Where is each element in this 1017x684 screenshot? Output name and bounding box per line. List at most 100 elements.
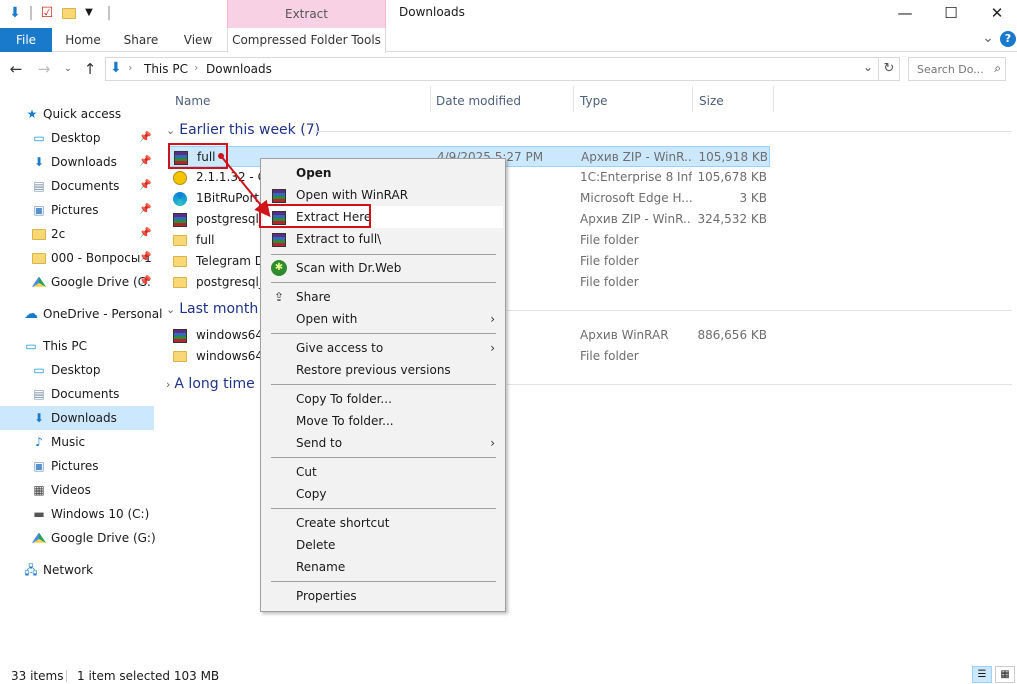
group-header-long-time-ago[interactable]: › A long time	[166, 376, 255, 392]
nav-pc-google-drive[interactable]: Google Drive (G:)	[0, 526, 156, 550]
nav-qa-downloads[interactable]: ⬇ Downloads 📌	[0, 150, 154, 174]
menu-item-open[interactable]: Open	[263, 162, 503, 184]
menu-item-open-with[interactable]: Open with ›	[263, 308, 503, 330]
nav-qa-documents[interactable]: ▤ Documents 📌	[0, 174, 154, 198]
menu-label: Cut	[296, 465, 317, 479]
chevron-down-icon[interactable]: ⌄	[863, 60, 873, 74]
nav-pc-windows-drive[interactable]: ▬ Windows 10 (C:)	[0, 502, 154, 526]
column-divider[interactable]	[573, 86, 574, 112]
menu-item-share[interactable]: ⇪ Share	[263, 286, 503, 308]
maximize-button[interactable]: ☐	[928, 0, 974, 26]
nav-pc-music[interactable]: ♪ Music	[0, 430, 154, 454]
menu-item-create-shortcut[interactable]: Create shortcut	[263, 512, 503, 534]
nav-qa-desktop[interactable]: ▭ Desktop 📌	[0, 126, 154, 150]
forward-arrow-icon[interactable]: →	[33, 58, 55, 80]
breadcrumb-this-pc[interactable]: This PC	[144, 62, 188, 76]
nav-this-pc[interactable]: ▭ This PC	[0, 334, 154, 358]
status-item-count: 33 items	[11, 669, 64, 683]
nav-onedrive[interactable]: ☁ OneDrive - Personal	[0, 302, 162, 326]
nav-qa-pictures[interactable]: ▣ Pictures 📌	[0, 198, 154, 222]
menu-item-extract-to[interactable]: Extract to full\	[263, 228, 503, 250]
menu-item-give-access[interactable]: Give access to ›	[263, 337, 503, 359]
menu-label: Open with WinRAR	[296, 188, 409, 202]
tab-view[interactable]: View	[176, 28, 220, 52]
file-size: 105,918 KB	[698, 150, 768, 164]
menu-item-scan-drweb[interactable]: ✱ Scan with Dr.Web	[263, 257, 503, 279]
help-icon[interactable]: ?	[1000, 31, 1016, 47]
nav-pc-pictures[interactable]: ▣ Pictures	[0, 454, 154, 478]
recent-locations-icon[interactable]: ⌄	[57, 58, 79, 80]
nav-qa-questions[interactable]: 000 - Вопросы 1 📌	[0, 246, 154, 270]
nav-label: Network	[43, 563, 94, 577]
menu-item-cut[interactable]: Cut	[263, 461, 503, 483]
menu-item-delete[interactable]: Delete	[263, 534, 503, 556]
submenu-arrow-icon: ›	[490, 341, 495, 355]
nav-pc-desktop[interactable]: ▭ Desktop	[0, 358, 154, 382]
search-box[interactable]: ⌕	[908, 57, 1006, 81]
up-arrow-icon[interactable]: ↑	[79, 58, 101, 80]
column-divider[interactable]	[430, 86, 431, 112]
tab-share[interactable]: Share	[118, 28, 164, 52]
breadcrumb-downloads[interactable]: Downloads	[206, 62, 272, 76]
tab-compressed-folder-tools[interactable]: Compressed Folder Tools	[227, 28, 386, 53]
search-icon[interactable]: ⌕	[994, 61, 1001, 76]
breadcrumb-separator: ›	[194, 61, 199, 74]
menu-item-copy-to-folder[interactable]: Copy To folder...	[263, 388, 503, 410]
column-divider[interactable]	[692, 86, 693, 112]
large-icons-view-icon[interactable]: ▦	[995, 666, 1015, 683]
group-header-last-month[interactable]: ⌄ Last month (	[166, 301, 268, 317]
menu-item-copy[interactable]: Copy	[263, 483, 503, 505]
menu-label: Copy To folder...	[296, 392, 392, 406]
column-header-name[interactable]: Name	[175, 90, 210, 112]
title-bar: ⬇ | ☑ ▼ | Downloads — ☐ ✕	[0, 0, 1017, 28]
tab-file[interactable]: File	[0, 28, 52, 52]
menu-label: Move To folder...	[296, 414, 394, 428]
collapse-ribbon-icon[interactable]: ⌄	[980, 28, 996, 52]
network-icon: 🖧	[24, 563, 38, 577]
menu-item-restore-versions[interactable]: Restore previous versions	[263, 359, 503, 381]
nav-pc-videos[interactable]: ▦ Videos	[0, 478, 154, 502]
customize-toolbar-icon[interactable]: ▼	[80, 4, 98, 22]
menu-label: Create shortcut	[296, 516, 390, 530]
back-arrow-icon[interactable]: ←	[5, 58, 27, 80]
nav-pc-documents[interactable]: ▤ Documents	[0, 382, 154, 406]
search-input[interactable]	[915, 59, 991, 79]
properties-check-icon[interactable]: ☑	[38, 4, 56, 22]
column-divider[interactable]	[773, 86, 774, 112]
refresh-icon[interactable]: ↻	[878, 57, 900, 81]
nav-network[interactable]: 🖧 Network	[0, 558, 154, 582]
menu-item-send-to[interactable]: Send to ›	[263, 432, 503, 454]
group-header-earlier-this-week[interactable]: ⌄ Earlier this week (7)	[166, 122, 320, 138]
cloud-icon: ☁	[24, 306, 38, 322]
menu-label: Share	[296, 290, 331, 304]
menu-item-rename[interactable]: Rename	[263, 556, 503, 578]
menu-item-move-to-folder[interactable]: Move To folder...	[263, 410, 503, 432]
pin-icon: 📌	[139, 156, 152, 167]
menu-label: Extract to full\	[296, 232, 382, 246]
file-type: Архив WinRAR	[580, 328, 669, 342]
nav-qa-google-drive[interactable]: Google Drive (G: 📌	[0, 270, 154, 294]
column-header-size[interactable]: Size	[699, 90, 724, 112]
close-button[interactable]: ✕	[974, 0, 1017, 26]
minimize-button[interactable]: —	[882, 0, 928, 26]
address-bar[interactable]: ⬇ › This PC › Downloads ⌄	[105, 57, 879, 81]
menu-item-open-with-winrar[interactable]: Open with WinRAR	[263, 184, 503, 206]
group-divider	[314, 131, 1012, 132]
nav-quick-access[interactable]: ★ Quick access	[0, 102, 154, 126]
folder-icon	[172, 274, 188, 290]
menu-separator	[271, 581, 496, 582]
chevron-right-icon: ›	[166, 378, 171, 391]
details-view-icon[interactable]: ☰	[972, 666, 992, 683]
column-header-date[interactable]: Date modified	[436, 90, 521, 112]
breadcrumb-separator: ›	[128, 61, 133, 74]
winrar-icon	[172, 327, 188, 343]
nav-pc-downloads[interactable]: ⬇ Downloads	[0, 406, 154, 430]
google-drive-icon	[31, 274, 47, 290]
file-type: Архив ZIP - WinR...	[581, 150, 693, 164]
new-folder-icon[interactable]	[60, 4, 78, 22]
column-header-type[interactable]: Type	[580, 90, 608, 112]
menu-item-properties[interactable]: Properties	[263, 585, 503, 607]
nav-qa-2c[interactable]: 2c 📌	[0, 222, 154, 246]
pin-icon: 📌	[139, 228, 152, 239]
tab-home[interactable]: Home	[60, 28, 106, 52]
